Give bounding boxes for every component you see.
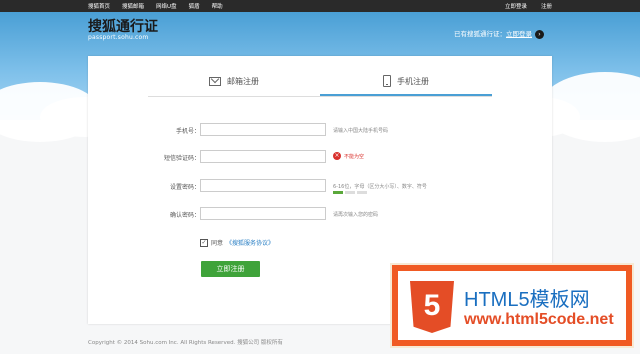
mail-icon <box>209 76 221 86</box>
html5code-watermark: 5 HTML5模板网 www.html5code.net <box>390 263 634 348</box>
top-account-links: 立即登录 注册 <box>505 0 552 12</box>
logo-subtitle: passport.sohu.com <box>88 34 149 41</box>
phone-row: 手机号： 请输入中国大陆手机号码 <box>88 123 552 137</box>
chevron-right-icon[interactable]: › <box>535 29 544 39</box>
confirm-password-row: 确认密码： 请再次输入您的密码 <box>88 207 552 221</box>
confirm-password-hint: 请再次输入您的密码 <box>333 212 379 218</box>
phone-hint: 请输入中国大陆手机号码 <box>333 128 389 134</box>
sohu-passport-logo[interactable]: 搜狐通行证 passport.sohu.com <box>88 20 158 42</box>
watermark-panel: 5 HTML5模板网 www.html5code.net <box>398 271 626 340</box>
footer-copyright: Copyright © 2014 Sohu.com Inc. All Right… <box>88 340 283 346</box>
password-input[interactable] <box>200 179 326 192</box>
nav-help[interactable]: 帮助 <box>212 2 223 10</box>
sms-code-error: × 不能为空 <box>333 152 364 160</box>
tab-phone-register[interactable]: 手机注册 <box>320 68 492 96</box>
agreement-row: ✓ 同意 《搜狐服务协议》 <box>200 238 274 247</box>
nav-hudun[interactable]: 狐盾 <box>189 2 200 10</box>
strength-segment <box>333 191 343 194</box>
sms-code-input[interactable] <box>200 150 326 163</box>
header-login-link[interactable]: 立即登录 <box>506 30 532 38</box>
phone-label: 手机号： <box>175 128 200 135</box>
tab-label: 邮箱注册 <box>227 76 259 86</box>
have-account-prompt: 已有搜狐通行证：立即登录 › <box>454 28 544 39</box>
confirm-password-label: 确认密码： <box>169 212 200 219</box>
strength-segment <box>357 191 367 194</box>
strength-segment <box>345 191 355 194</box>
top-login-link[interactable]: 立即登录 <box>505 2 527 10</box>
nav-sohu-home[interactable]: 搜狐首页 <box>88 2 110 10</box>
password-label: 设置密码： <box>169 184 200 191</box>
logo-title: 搜狐通行证 <box>88 19 158 35</box>
html5-shield-icon: 5 <box>410 281 454 333</box>
registration-tabs: 邮箱注册 手机注册 <box>148 68 492 97</box>
top-navigation-bar: 搜狐首页 搜狐邮箱 网络U盘 狐盾 帮助 立即登录 注册 <box>0 0 640 12</box>
watermark-title: HTML5模板网 <box>464 289 590 311</box>
top-nav-links: 搜狐首页 搜狐邮箱 网络U盘 狐盾 帮助 <box>88 0 223 12</box>
nav-network-drive[interactable]: 网络U盘 <box>156 2 177 10</box>
password-strength-meter <box>333 191 367 194</box>
have-account-text: 已有搜狐通行证： <box>454 30 506 38</box>
sms-code-row: 短信验证码： × 不能为空 <box>88 150 552 164</box>
password-row: 设置密码： 6-16位，字母（区分大小写）、数字、符号 <box>88 179 552 194</box>
error-text: 不能为空 <box>344 153 365 160</box>
shield-glyph: 5 <box>423 289 441 322</box>
tab-email-register[interactable]: 邮箱注册 <box>148 68 320 94</box>
register-submit-button[interactable]: 立即注册 <box>201 261 260 277</box>
sms-code-label: 短信验证码： <box>163 155 200 162</box>
service-agreement-link[interactable]: 《搜狐服务协议》 <box>226 238 274 247</box>
tab-label: 手机注册 <box>397 76 429 86</box>
phone-input[interactable] <box>200 123 326 136</box>
nav-sohu-mail[interactable]: 搜狐邮箱 <box>122 2 144 10</box>
phone-icon <box>383 75 391 87</box>
top-register-link[interactable]: 注册 <box>541 2 552 10</box>
agree-label: 同意 <box>211 240 224 247</box>
watermark-url: www.html5code.net <box>464 311 614 328</box>
password-hint: 6-16位，字母（区分大小写）、数字、符号 <box>333 184 427 190</box>
agree-checkbox[interactable]: ✓ <box>200 238 208 247</box>
error-icon: × <box>333 152 341 160</box>
confirm-password-input[interactable] <box>200 207 326 220</box>
